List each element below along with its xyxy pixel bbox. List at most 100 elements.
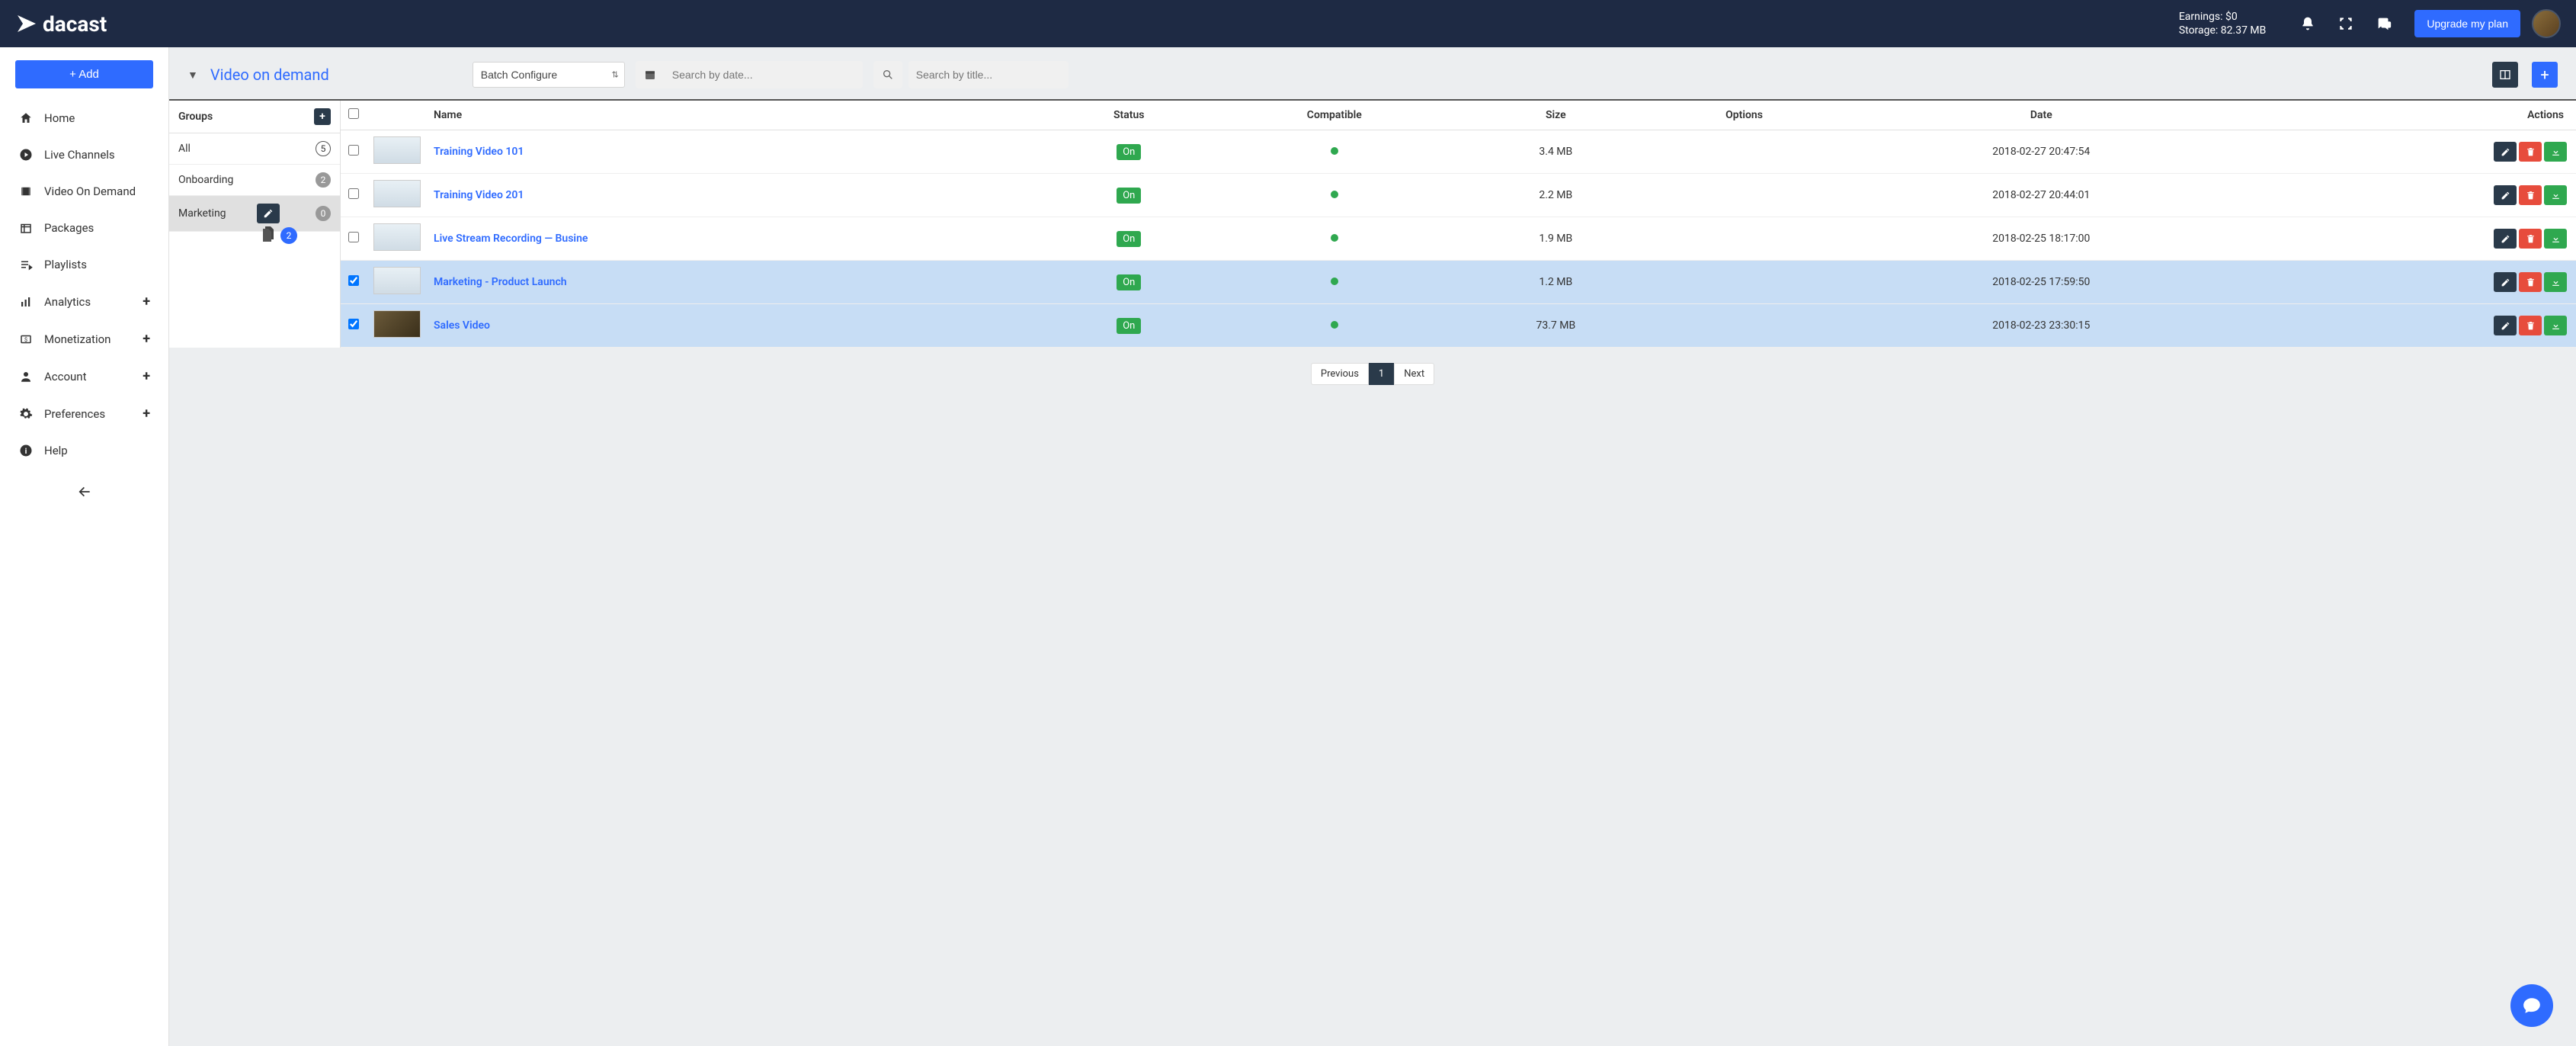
delete-button[interactable] bbox=[2519, 185, 2542, 205]
row-checkbox[interactable] bbox=[348, 319, 359, 329]
svg-text:$: $ bbox=[24, 336, 27, 343]
edit-button[interactable] bbox=[2494, 229, 2517, 249]
upgrade-button[interactable]: Upgrade my plan bbox=[2414, 10, 2520, 37]
options-cell bbox=[1652, 261, 1837, 304]
group-count: 5 bbox=[316, 141, 331, 156]
nav-live-channels[interactable]: Live Channels bbox=[0, 136, 168, 173]
nav-packages[interactable]: Packages bbox=[0, 210, 168, 246]
nav-monetization[interactable]: $ Monetization + bbox=[0, 320, 168, 358]
download-button[interactable] bbox=[2544, 316, 2567, 335]
plus-icon: + bbox=[143, 331, 150, 347]
avatar[interactable] bbox=[2532, 9, 2561, 38]
collapse-sidebar-icon[interactable] bbox=[0, 469, 168, 518]
title-text: Video on demand bbox=[210, 66, 329, 84]
video-thumbnail[interactable] bbox=[373, 136, 421, 164]
play-circle-icon bbox=[18, 147, 34, 162]
compatible-indicator bbox=[1331, 234, 1338, 242]
fullscreen-icon[interactable] bbox=[2331, 8, 2361, 39]
status-badge: On bbox=[1117, 274, 1141, 290]
edit-button[interactable] bbox=[2494, 316, 2517, 335]
chat-fab[interactable] bbox=[2510, 984, 2553, 1027]
edit-group-button[interactable] bbox=[257, 204, 280, 223]
col-status: Status bbox=[1049, 101, 1210, 130]
edit-button[interactable] bbox=[2494, 142, 2517, 162]
delete-button[interactable] bbox=[2519, 229, 2542, 249]
group-item-marketing[interactable]: Marketing 0 2 bbox=[169, 196, 340, 232]
nav-help[interactable]: i Help bbox=[0, 432, 168, 469]
video-thumbnail[interactable] bbox=[373, 310, 421, 338]
account-meta: Earnings: $0 Storage: 82.37 MB bbox=[2179, 10, 2267, 37]
delete-button[interactable] bbox=[2519, 272, 2542, 292]
status-badge: On bbox=[1117, 318, 1141, 334]
pagination-prev[interactable]: Previous bbox=[1311, 363, 1369, 385]
nav-label: Live Channels bbox=[44, 148, 115, 162]
home-icon bbox=[18, 111, 34, 126]
video-name-link[interactable]: Marketing - Product Launch bbox=[434, 276, 567, 288]
col-name: Name bbox=[428, 101, 1049, 130]
download-button[interactable] bbox=[2544, 229, 2567, 249]
brand-name: dacast bbox=[43, 11, 107, 37]
search-by-date bbox=[636, 61, 863, 88]
row-checkbox[interactable] bbox=[348, 275, 359, 286]
nav-account[interactable]: Account + bbox=[0, 358, 168, 395]
groups-title: Groups bbox=[178, 111, 213, 123]
select-all-checkbox[interactable] bbox=[348, 108, 359, 119]
group-label: Onboarding bbox=[178, 174, 233, 186]
download-button[interactable] bbox=[2544, 272, 2567, 292]
chat-icon[interactable] bbox=[2369, 8, 2399, 39]
add-video-button[interactable]: + bbox=[2532, 62, 2558, 88]
search-by-title bbox=[873, 61, 1069, 88]
col-options: Options bbox=[1652, 101, 1837, 130]
analytics-icon bbox=[18, 294, 34, 310]
nav-preferences[interactable]: Preferences + bbox=[0, 395, 168, 432]
date-text: 2018-02-23 23:30:15 bbox=[1836, 304, 2246, 348]
date-search-input[interactable] bbox=[665, 61, 863, 88]
download-button[interactable] bbox=[2544, 142, 2567, 162]
nav-label: Account bbox=[44, 370, 87, 383]
video-name-link[interactable]: Training Video 101 bbox=[434, 146, 524, 158]
row-checkbox[interactable] bbox=[348, 145, 359, 156]
video-name-link[interactable]: Sales Video bbox=[434, 319, 490, 332]
delete-button[interactable] bbox=[2519, 142, 2542, 162]
compatible-indicator bbox=[1331, 321, 1338, 329]
video-thumbnail[interactable] bbox=[373, 223, 421, 251]
download-button[interactable] bbox=[2544, 185, 2567, 205]
delete-button[interactable] bbox=[2519, 316, 2542, 335]
compatible-indicator bbox=[1331, 278, 1338, 285]
nav-vod[interactable]: Video On Demand bbox=[0, 173, 168, 210]
video-name-link[interactable]: Training Video 201 bbox=[434, 189, 524, 201]
earnings-text: Earnings: $0 bbox=[2179, 10, 2267, 24]
status-badge: On bbox=[1117, 144, 1141, 160]
drag-indicator: 2 bbox=[261, 225, 297, 246]
nav-playlists[interactable]: Playlists bbox=[0, 246, 168, 283]
row-checkbox[interactable] bbox=[348, 188, 359, 199]
add-group-button[interactable]: + bbox=[314, 108, 331, 125]
pagination-next[interactable]: Next bbox=[1394, 363, 1434, 385]
group-item-onboarding[interactable]: Onboarding 2 bbox=[169, 165, 340, 196]
edit-button[interactable] bbox=[2494, 272, 2517, 292]
batch-configure-select[interactable]: Batch Configure bbox=[473, 62, 625, 88]
pagination: Previous 1 Next bbox=[169, 348, 2576, 408]
edit-button[interactable] bbox=[2494, 185, 2517, 205]
video-thumbnail[interactable] bbox=[373, 267, 421, 294]
notifications-icon[interactable] bbox=[2292, 8, 2323, 39]
row-checkbox[interactable] bbox=[348, 232, 359, 242]
gear-icon bbox=[18, 406, 34, 422]
add-button[interactable]: + Add bbox=[15, 60, 153, 88]
pagination-page[interactable]: 1 bbox=[1369, 363, 1394, 385]
video-thumbnail[interactable] bbox=[373, 180, 421, 207]
title-search-input[interactable] bbox=[908, 61, 1069, 88]
nav-label: Playlists bbox=[44, 258, 87, 271]
main-content: ▼ Video on demand Batch Configure + bbox=[169, 47, 2576, 1046]
plus-icon: + bbox=[143, 368, 150, 384]
plus-icon: + bbox=[143, 406, 150, 422]
compatible-indicator bbox=[1331, 191, 1338, 198]
page-title[interactable]: ▼ Video on demand bbox=[187, 66, 329, 84]
brand-logo[interactable]: dacast bbox=[15, 11, 107, 37]
nav-home[interactable]: Home bbox=[0, 100, 168, 136]
columns-toggle-button[interactable] bbox=[2492, 62, 2518, 88]
video-name-link[interactable]: Live Stream Recording — Busine bbox=[434, 233, 588, 245]
nav-label: Video On Demand bbox=[44, 184, 136, 198]
nav-analytics[interactable]: Analytics + bbox=[0, 283, 168, 320]
group-item-all[interactable]: All 5 bbox=[169, 133, 340, 165]
